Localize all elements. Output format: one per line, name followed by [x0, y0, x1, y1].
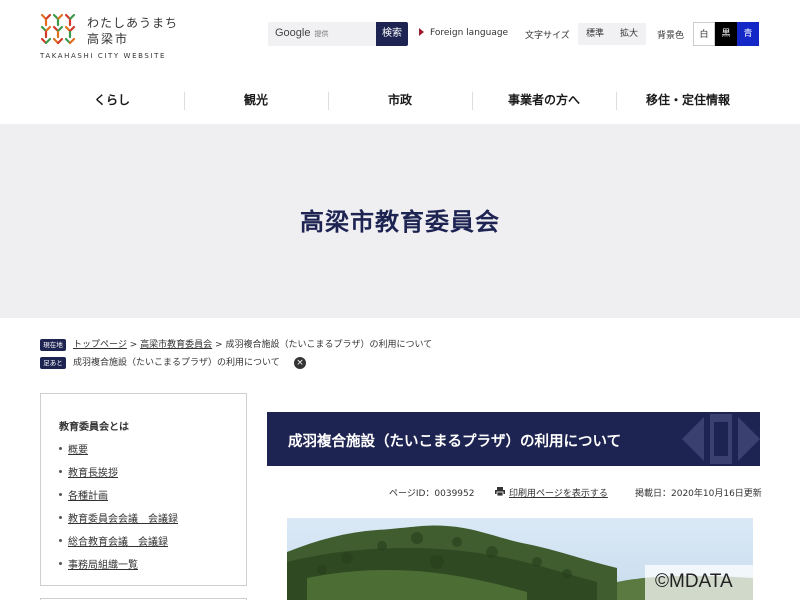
bullet-icon [59, 470, 62, 473]
background-color-label: 背景色 [657, 31, 685, 41]
current-location-tag: 現在地 [40, 339, 66, 351]
sidebar-item-label: 概要 [68, 445, 88, 456]
bullet-icon [59, 516, 62, 519]
printer-icon [495, 487, 505, 496]
watermark-text: ©MDATA [655, 571, 733, 592]
sidebar-item-board-minutes[interactable]: 教育委員会会議 会議録 [59, 510, 178, 525]
sidebar-menu: 教育委員会とは 概要 教育長挨拶 各種計画 教育委員会会議 会議録 総合教育会議… [40, 393, 247, 586]
sidebar-item-label: 教育委員会会議 会議録 [68, 514, 178, 525]
page-id: ページID：0039952 [389, 489, 475, 499]
breadcrumb-separator: > [215, 340, 223, 350]
breadcrumb-current: 成羽複合施設（たいこまるプラザ）の利用について [225, 340, 433, 350]
watermark: ©MDATA [645, 565, 800, 600]
foreign-language-label: Foreign language [430, 28, 509, 38]
breadcrumb-trail: トップページ > 高梁市教育委員会 > 成羽複合施設（たいこまるプラザ）の利用に… [73, 339, 432, 351]
triangle-right-icon [419, 28, 424, 36]
browsing-history: 足あと 成羽複合施設（たいこまるプラザ）の利用について × [40, 357, 340, 371]
nav-item-business[interactable]: 事業者の方へ [472, 76, 616, 124]
sidebar-item-label: 教育長挨拶 [68, 468, 118, 479]
sidebar-item-general-minutes[interactable]: 総合教育会議 会議録 [59, 533, 168, 548]
decorative-pattern-icon [682, 414, 760, 464]
nav-item-living[interactable]: くらし [40, 76, 184, 124]
sidebar-item-overview[interactable]: 概要 [59, 441, 88, 456]
google-brand: Google [275, 27, 311, 39]
city-logo-mark-icon [40, 13, 76, 45]
search-button[interactable]: 検索 [376, 22, 408, 46]
nav-item-tourism[interactable]: 観光 [184, 76, 328, 124]
sidebar-item-label: 各種計画 [68, 491, 108, 502]
sidebar-item-label: 総合教育会議 会議録 [68, 537, 168, 548]
bullet-icon [59, 447, 62, 450]
bg-blue-button[interactable]: 青 [737, 22, 759, 46]
site-logo[interactable]: わたしあうまち 高梁市 TAKAHASHI CITY WEBSITE [40, 12, 180, 62]
nav-item-relocation[interactable]: 移住・定住情報 [616, 76, 760, 124]
bullet-icon [59, 562, 62, 565]
article-title-bar: 成羽複合施設（たいこまるプラザ）の利用について [267, 412, 760, 466]
bg-black-button[interactable]: 黒 [715, 22, 737, 46]
bullet-icon [59, 539, 62, 542]
page-category-title: 高梁市教育委員会 [300, 208, 500, 236]
global-nav: くらし 観光 市政 事業者の方へ 移住・定住情報 [40, 76, 760, 124]
bullet-icon [59, 493, 62, 496]
sidebar-item-plans[interactable]: 各種計画 [59, 487, 108, 502]
breadcrumb: 現在地 トップページ > 高梁市教育委員会 > 成羽複合施設（たいこまるプラザ）… [40, 339, 760, 353]
history-item[interactable]: 成羽複合施設（たいこまるプラザ）の利用について [73, 357, 280, 369]
font-size-large-button[interactable]: 拡大 [612, 23, 646, 45]
bg-white-button[interactable]: 白 [693, 22, 715, 46]
article-title: 成羽複合施設（たいこまるプラザ）の利用について [288, 434, 622, 450]
breadcrumb-link-board[interactable]: 高梁市教育委員会 [140, 340, 212, 350]
logo-english-name: TAKAHASHI CITY WEBSITE [40, 52, 166, 60]
print-page-link[interactable]: 印刷用ページを表示する [509, 486, 608, 499]
nav-item-city-admin[interactable]: 市政 [328, 76, 472, 124]
category-hero: 高梁市教育委員会 [0, 124, 800, 318]
breadcrumb-link-top[interactable]: トップページ [73, 340, 127, 350]
site-header: わたしあうまち 高梁市 TAKAHASHI CITY WEBSITE Googl… [0, 0, 800, 76]
history-tag: 足あと [40, 357, 66, 369]
sidebar-item-organization[interactable]: 事務局組織一覧 [59, 556, 138, 571]
logo-tagline: わたしあうまち [87, 16, 179, 30]
logo-city-name: 高梁市 [87, 32, 130, 46]
sidebar-item-label: 事務局組織一覧 [68, 560, 138, 571]
foreign-language-link[interactable]: Foreign language [419, 28, 508, 38]
font-size-switcher: 標準 拡大 [578, 23, 646, 45]
search-provider-note: 提供 [314, 30, 329, 38]
close-icon[interactable]: × [294, 357, 306, 369]
sidebar-title: 教育委員会とは [59, 422, 129, 433]
sidebar-item-greeting[interactable]: 教育長挨拶 [59, 464, 118, 479]
font-size-standard-button[interactable]: 標準 [578, 23, 612, 45]
search-input[interactable]: Google 提供 [268, 22, 376, 46]
font-size-label: 文字サイズ [525, 31, 570, 41]
posted-date: 掲載日：2020年10月16日更新 [635, 489, 762, 499]
search-provider: Google 提供 [275, 27, 328, 39]
breadcrumb-separator: > [129, 340, 138, 350]
